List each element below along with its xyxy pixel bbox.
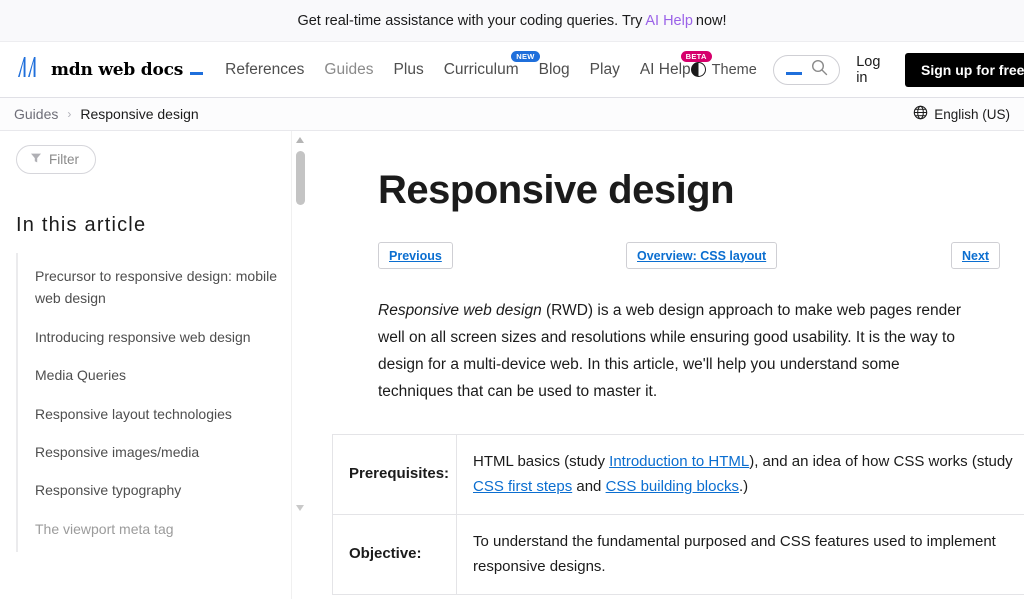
scrollbar-thumb[interactable] [296,151,305,205]
breadcrumb-bar: Guides › Responsive design English (US) [0,98,1024,131]
search-input[interactable] [772,54,841,85]
signup-button[interactable]: Sign up for free [905,52,1024,87]
language-label: English (US) [934,106,1010,122]
link-introduction-to-html[interactable]: Introduction to HTML [609,453,749,470]
meta-text: and [572,478,606,495]
nav-item-blog[interactable]: Blog [539,61,570,79]
nav-label: Guides [324,60,374,78]
toc-item-images-media[interactable]: Responsive images/media [18,433,294,471]
main-navigation: References Guides Plus Curriculum NEW Bl… [225,50,712,79]
filter-icon [30,152,42,167]
meta-text: HTML basics (study [473,452,610,470]
beta-badge: BETA [680,50,712,62]
nav-label: References [225,60,305,78]
link-css-first-steps[interactable]: CSS first steps [473,478,572,495]
toc-list: Precursor to responsive design: mobile w… [16,253,294,553]
search-caret [785,71,802,75]
overview-button[interactable]: Overview: CSS layout [626,241,778,269]
mdn-logo[interactable]: mdn web docs [14,56,204,83]
mdn-m-icon [14,56,46,83]
overview-label: Overview: CSS layout [637,248,767,263]
promo-banner: Get real-time assistance with your codin… [0,0,1024,42]
promo-text-before: Get real-time assistance with your codin… [297,12,643,29]
link-css-building-blocks[interactable]: CSS building blocks [606,478,739,495]
article-content: Responsive design Previous Overview: CSS… [308,131,1024,599]
page-body: Filter In this article Precursor to resp… [0,131,1024,599]
sidebar-scrollbar[interactable] [291,131,308,599]
table-row: Objective: To understand the fundamental… [332,513,1024,595]
scroll-up-arrow-icon[interactable] [296,137,304,143]
mdn-logo-underscore [190,72,204,75]
filter-label: Filter [49,152,79,167]
theme-contrast-icon [690,62,706,77]
toc-item-media-queries[interactable]: Media Queries [18,356,294,394]
language-selector[interactable]: English (US) [913,105,1010,123]
new-badge: NEW [511,50,540,62]
objective-label: Objective: [332,513,457,595]
next-button[interactable]: Next [951,241,1001,269]
article-pager: Previous Overview: CSS layout Next [378,241,1001,269]
lede-emphasis: Responsive web design [378,302,542,319]
nav-label: Blog [538,60,570,78]
toc-item-viewport-meta-tag[interactable]: The viewport meta tag [18,510,294,548]
nav-label: Plus [393,60,424,78]
prerequisites-value: HTML basics (study Introduction to HTML)… [456,433,1024,515]
previous-button[interactable]: Previous [378,241,453,269]
sidebar: Filter In this article Precursor to resp… [0,131,308,599]
article-meta-table: Prerequisites: HTML basics (study Introd… [332,433,1024,595]
nav-label: Play [589,60,620,78]
nav-item-curriculum[interactable]: Curriculum NEW [443,50,540,79]
breadcrumb-parent[interactable]: Guides [14,106,58,122]
nav-item-plus[interactable]: Plus [394,61,424,79]
toc-item-typography[interactable]: Responsive typography [18,471,294,509]
search-icon[interactable] [811,59,828,81]
toc-item-introducing[interactable]: Introducing responsive web design [18,318,294,356]
header-right-actions: Theme Log in Sign up for free [690,52,1024,87]
login-link[interactable]: Log in [856,54,889,86]
promo-text-after: now! [695,12,727,29]
toc-item-precursor[interactable]: Precursor to responsive design: mobile w… [18,257,294,318]
theme-toggle-button[interactable]: Theme [690,61,757,78]
site-header: mdn web docs References Guides Plus Curr… [0,42,1024,98]
next-label: Next [962,248,990,263]
nav-label: AI Help [639,60,691,78]
article-lede: Responsive web design (RWD) is a web des… [378,297,978,406]
toc-heading: In this article [16,214,147,236]
theme-label: Theme [711,61,757,78]
scroll-down-arrow-icon[interactable] [296,505,304,511]
table-row: Prerequisites: HTML basics (study Introd… [332,433,1024,515]
page-title: Responsive design [378,168,735,212]
previous-label: Previous [389,248,442,263]
prerequisites-label: Prerequisites: [332,433,457,515]
filter-button[interactable]: Filter [16,145,96,174]
promo-ai-help-link[interactable]: AI Help [645,13,693,29]
nav-item-guides[interactable]: Guides [324,61,373,79]
breadcrumb-current: Responsive design [80,106,199,122]
meta-text: ), and an idea of how CSS works (study [749,452,1013,470]
nav-item-ai-help[interactable]: AI Help BETA [639,50,712,79]
breadcrumb-separator-icon: › [67,107,72,121]
globe-icon [913,105,928,123]
nav-item-references[interactable]: References [225,61,304,79]
mdn-logo-text: mdn web docs [51,59,184,80]
nav-label: Curriculum [443,60,519,78]
meta-text: .) [738,478,749,495]
objective-value: To understand the fundamental purposed a… [456,513,1024,595]
nav-item-play[interactable]: Play [590,61,620,79]
toc-item-layout-technologies[interactable]: Responsive layout technologies [18,395,294,433]
